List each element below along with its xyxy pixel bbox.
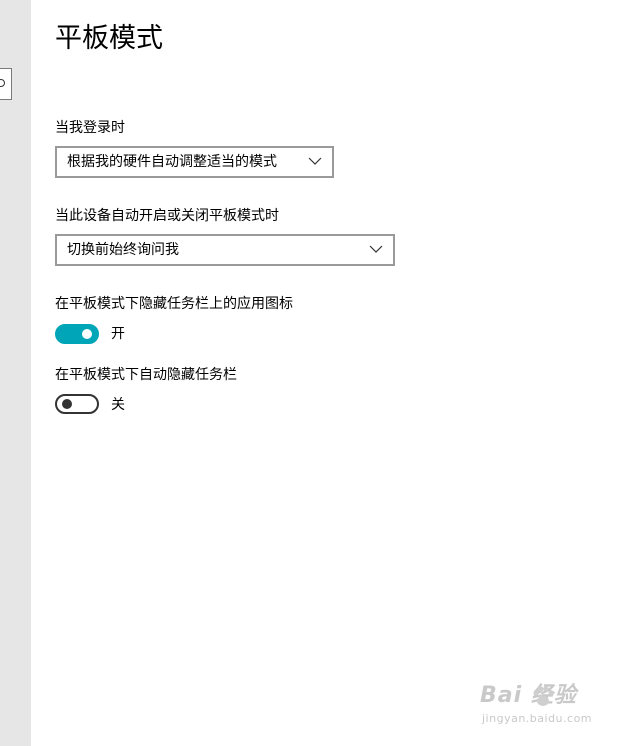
auto-switch-dropdown-value: 切换前始终询问我 xyxy=(67,242,179,258)
chevron-down-icon xyxy=(308,157,322,165)
sidebar xyxy=(0,0,31,746)
on-signin-dropdown[interactable]: 根据我的硬件自动调整适当的模式 xyxy=(55,146,334,178)
hide-app-icons-toggle[interactable] xyxy=(55,324,99,344)
search-icon xyxy=(0,79,5,87)
sidebar-search-box[interactable] xyxy=(0,68,12,100)
auto-switch-dropdown[interactable]: 切换前始终询问我 xyxy=(55,234,395,266)
auto-hide-taskbar-label: 在平板模式下自动隐藏任务栏 xyxy=(55,367,237,383)
hide-app-icons-state: 开 xyxy=(111,326,125,342)
chevron-down-icon xyxy=(369,245,383,253)
paw-icon xyxy=(533,686,554,706)
auto-hide-taskbar-state: 关 xyxy=(111,397,125,413)
on-signin-label: 当我登录时 xyxy=(55,120,125,136)
watermark-logo: Bai 经验 xyxy=(480,683,577,708)
baidu-jingyan-watermark: Bai 经验 jingyan.baidu.com xyxy=(480,682,600,732)
hide-app-icons-label: 在平板模式下隐藏任务栏上的应用图标 xyxy=(55,296,293,312)
auto-hide-taskbar-toggle[interactable] xyxy=(55,394,99,414)
toggle-knob xyxy=(62,399,72,409)
toggle-knob xyxy=(82,329,92,339)
auto-switch-label: 当此设备自动开启或关闭平板模式时 xyxy=(55,208,279,224)
page-title: 平板模式 xyxy=(55,23,163,54)
watermark-url: jingyan.baidu.com xyxy=(482,712,593,725)
on-signin-dropdown-value: 根据我的硬件自动调整适当的模式 xyxy=(67,154,277,170)
